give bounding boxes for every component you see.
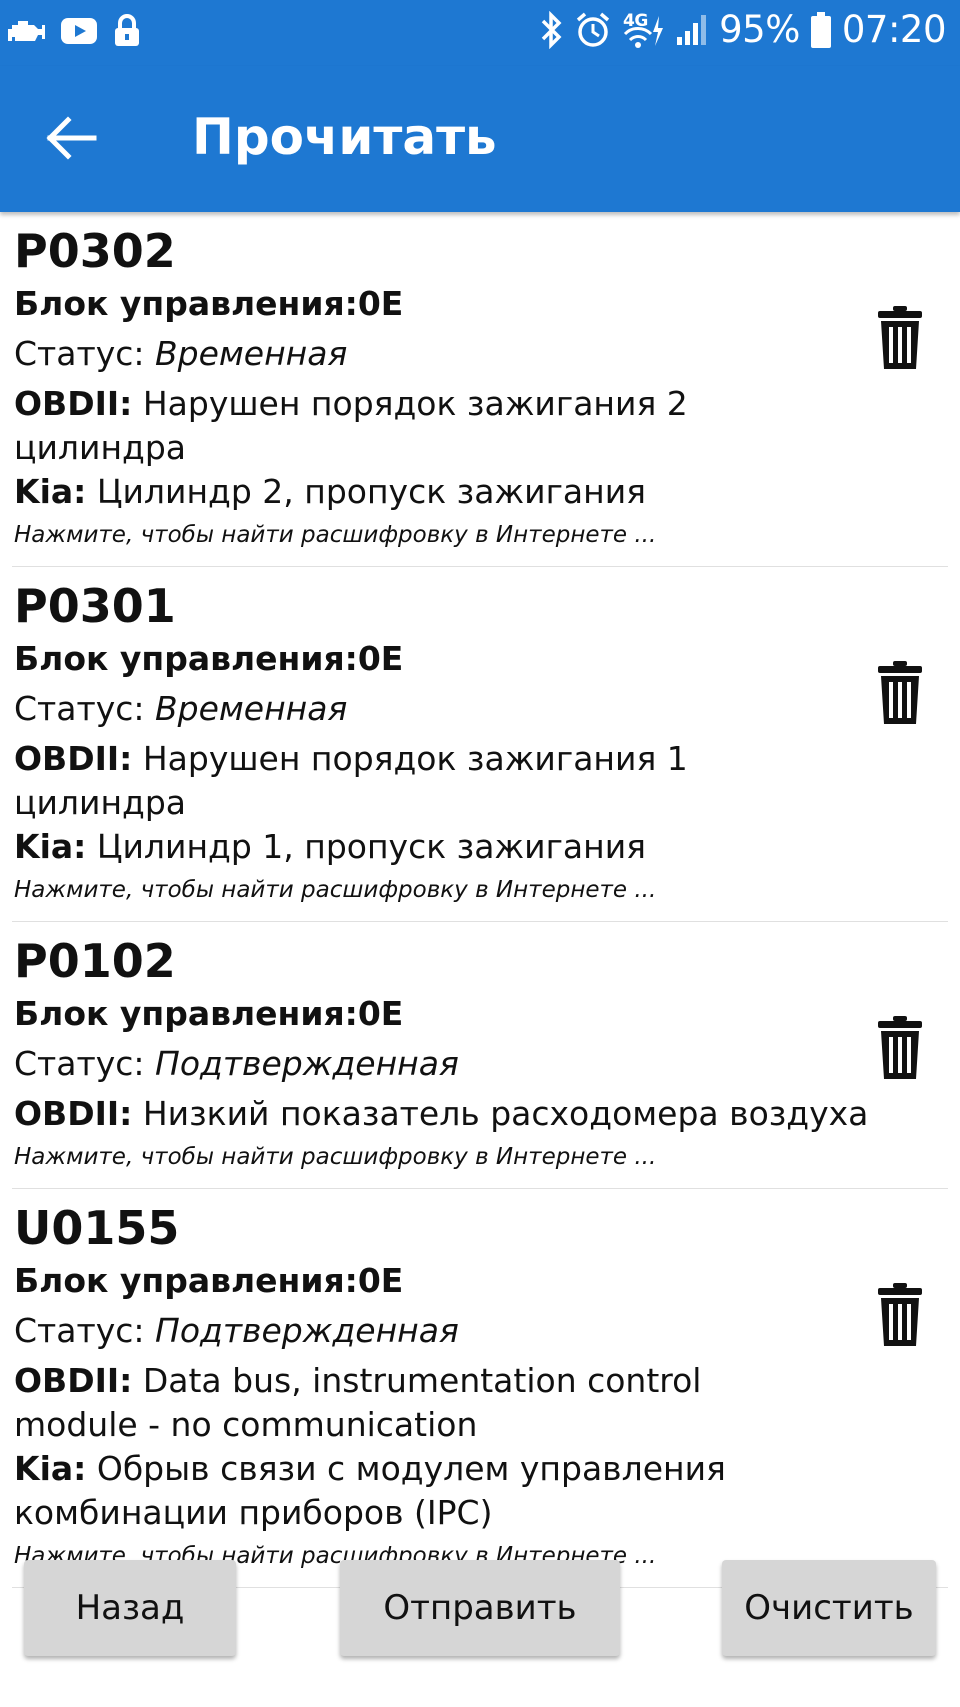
delete-button[interactable] xyxy=(870,1279,930,1351)
dtc-status-label: Статус: xyxy=(14,334,155,373)
dtc-status-value: Временная xyxy=(155,689,348,728)
cell-signal-icon xyxy=(675,13,709,47)
dtc-maker-text: Обрыв связи с модулем управления комбина… xyxy=(14,1449,726,1532)
dtc-status-value: Подтвержденная xyxy=(155,1044,459,1083)
bluetooth-icon xyxy=(539,10,565,49)
bottom-button-bar: Назад Отправить Очистить xyxy=(0,1560,960,1670)
dtc-obd-label: OBDII: xyxy=(14,1094,133,1133)
signal-4g-icon: 4G xyxy=(621,10,665,50)
dtc-item[interactable]: U0155 Блок управления:0E Статус: Подтвер… xyxy=(12,1189,948,1588)
dtc-maker-label: Kia: xyxy=(14,827,87,866)
dtc-code: P0302 xyxy=(14,224,176,278)
dtc-control-unit: Блок управления:0E xyxy=(14,1261,404,1300)
lock-icon xyxy=(112,14,142,53)
send-button[interactable]: Отправить xyxy=(340,1560,620,1656)
dtc-code: P0102 xyxy=(14,934,176,988)
status-right-icons: 4G 95% 07:20 xyxy=(539,8,947,51)
dtc-item[interactable]: P0302 Блок управления:0E Статус: Временн… xyxy=(12,212,948,567)
dtc-status-value: Подтвержденная xyxy=(155,1311,459,1350)
trash-icon xyxy=(878,1016,922,1079)
back-button[interactable]: Назад xyxy=(24,1560,236,1656)
dtc-obd-label: OBDII: xyxy=(14,384,133,423)
status-time: 07:20 xyxy=(841,8,947,51)
trash-icon xyxy=(878,306,922,369)
page-title: Прочитать xyxy=(192,108,497,166)
dtc-obd-description: OBDII: Нарушен порядок зажигания 2 цилин… xyxy=(14,382,858,470)
car-engine-icon xyxy=(6,17,46,50)
back-arrow-button[interactable] xyxy=(40,106,104,170)
dtc-maker-description: Kia: Цилиндр 1, пропуск зажигания xyxy=(14,825,858,869)
dtc-obd-text: Низкий показатель расходомера воздуха xyxy=(132,1094,869,1133)
delete-button[interactable] xyxy=(870,1012,930,1084)
dtc-status: Статус: Временная xyxy=(14,332,858,376)
dtc-list: P0302 Блок управления:0E Статус: Временн… xyxy=(0,212,960,1588)
dtc-maker-label: Kia: xyxy=(14,472,87,511)
trash-icon xyxy=(878,1283,922,1346)
delete-button[interactable] xyxy=(870,657,930,729)
delete-button[interactable] xyxy=(870,302,930,374)
youtube-icon xyxy=(60,17,98,50)
arrow-back-icon xyxy=(46,116,97,160)
dtc-search-hint[interactable]: Нажмите, чтобы найти расшифровку в Интер… xyxy=(14,518,948,552)
dtc-item[interactable]: P0102 Блок управления:0E Статус: Подтвер… xyxy=(12,922,948,1189)
dtc-maker-label: Kia: xyxy=(14,1449,87,1488)
dtc-maker-text: Цилиндр 1, пропуск зажигания xyxy=(86,827,647,866)
dtc-status-label: Статус: xyxy=(14,689,155,728)
dtc-status-label: Статус: xyxy=(14,1044,155,1083)
dtc-control-unit: Блок управления:0E xyxy=(14,639,404,678)
dtc-control-unit: Блок управления:0E xyxy=(14,284,404,323)
dtc-item[interactable]: P0301 Блок управления:0E Статус: Временн… xyxy=(12,567,948,922)
alarm-icon xyxy=(575,11,611,49)
dtc-status: Статус: Подтвержденная xyxy=(14,1309,858,1353)
dtc-status: Статус: Подтвержденная xyxy=(14,1042,858,1086)
dtc-maker-description: Kia: Обрыв связи с модулем управления ко… xyxy=(14,1447,768,1535)
dtc-search-hint[interactable]: Нажмите, чтобы найти расшифровку в Интер… xyxy=(14,873,948,907)
clear-button[interactable]: Очистить xyxy=(722,1560,936,1656)
dtc-code: P0301 xyxy=(14,579,176,633)
dtc-obd-description: OBDII: Низкий показатель расходомера воз… xyxy=(14,1092,948,1136)
status-left-icons xyxy=(6,14,142,53)
battery-percent: 95% xyxy=(719,8,800,51)
dtc-control-unit: Блок управления:0E xyxy=(14,994,404,1033)
dtc-obd-description: OBDII: Data bus, instrumentation control… xyxy=(14,1359,828,1447)
app-bar: Прочитать xyxy=(0,66,960,212)
dtc-obd-label: OBDII: xyxy=(14,739,133,778)
status-bar: 4G 95% 07:20 xyxy=(0,0,960,66)
dtc-status-value: Временная xyxy=(155,334,348,373)
dtc-maker-description: Kia: Цилиндр 2, пропуск зажигания xyxy=(14,470,858,514)
dtc-obd-label: OBDII: xyxy=(14,1361,133,1400)
dtc-obd-description: OBDII: Нарушен порядок зажигания 1 цилин… xyxy=(14,737,858,825)
dtc-code: U0155 xyxy=(14,1201,180,1255)
dtc-search-hint[interactable]: Нажмите, чтобы найти расшифровку в Интер… xyxy=(14,1140,948,1174)
trash-icon xyxy=(878,661,922,724)
dtc-maker-text: Цилиндр 2, пропуск зажигания xyxy=(86,472,647,511)
dtc-status-label: Статус: xyxy=(14,1311,155,1350)
battery-icon xyxy=(810,11,832,49)
dtc-status: Статус: Временная xyxy=(14,687,858,731)
